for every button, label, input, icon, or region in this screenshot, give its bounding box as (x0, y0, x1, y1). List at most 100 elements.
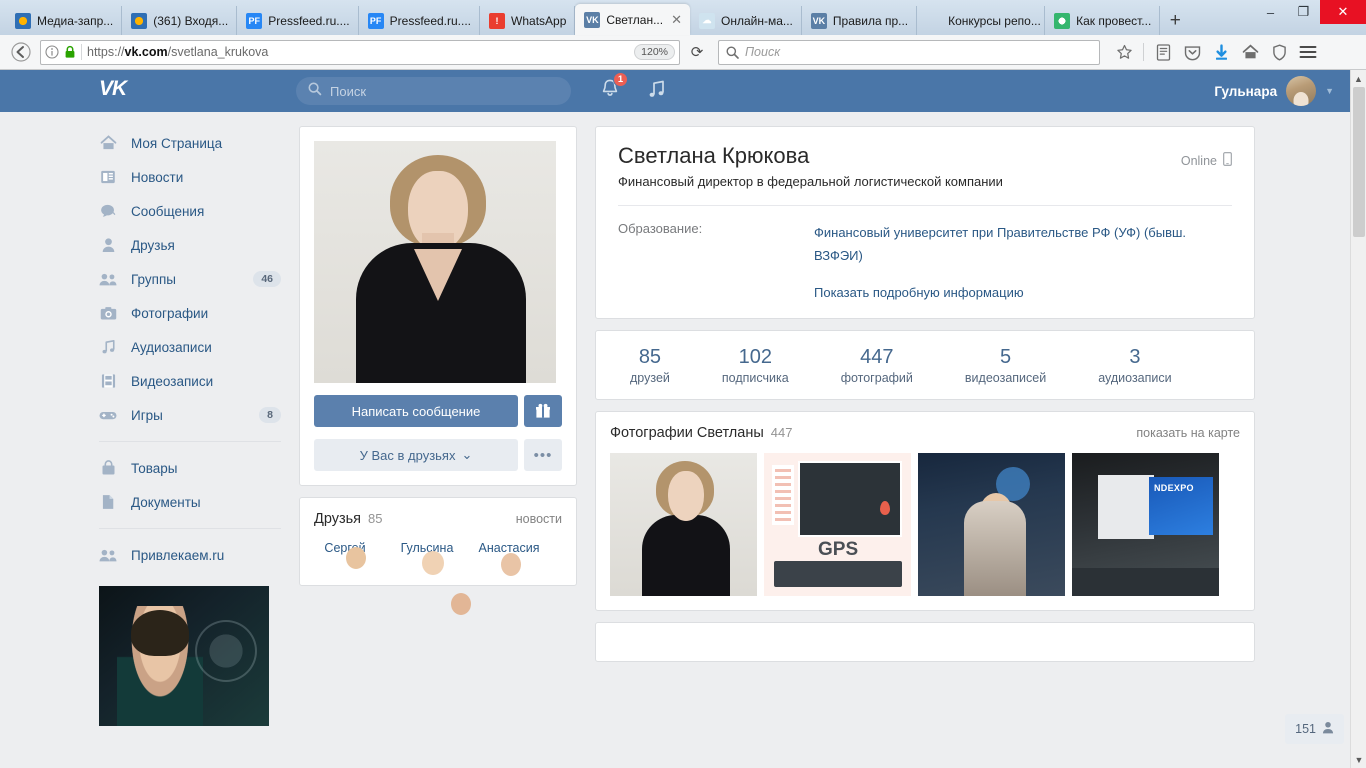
home-icon[interactable] (1240, 42, 1260, 62)
send-gift-button[interactable] (524, 395, 562, 427)
counter-value: 85 (630, 346, 670, 369)
reload-button[interactable]: ⟳ (686, 43, 708, 61)
sidebar-item-label: Группы (131, 272, 176, 287)
blank-icon (926, 13, 942, 29)
back-button[interactable] (8, 39, 34, 65)
browser-tab[interactable]: ! WhatsApp (480, 6, 575, 35)
zoom-level-badge[interactable]: 120% (634, 44, 675, 60)
counter-friends[interactable]: 85 друзей (604, 346, 696, 385)
browser-tab[interactable]: VK Правила пр... (802, 6, 917, 35)
education-value[interactable]: Финансовый университет при Правительстве… (814, 221, 1232, 267)
restore-button[interactable]: ❐ (1287, 0, 1320, 24)
address-bar[interactable]: https://vk.com/svetlana_krukova 120% (40, 40, 680, 65)
vk-logo-icon[interactable]: VK (99, 77, 137, 105)
sidebar-item-groups[interactable]: Группы 46 (99, 262, 281, 296)
close-window-button[interactable]: ✕ (1320, 0, 1366, 24)
online-members-counter[interactable]: 151 (1285, 714, 1344, 744)
friend-item[interactable]: Анастасия (478, 539, 540, 557)
search-icon (308, 82, 322, 101)
show-detailed-info-link[interactable]: Показать подробную информацию (618, 267, 1232, 318)
sidebar-item-privlekaem[interactable]: Привлекаем.ru (99, 538, 281, 572)
profile-avatar-photo[interactable] (314, 141, 556, 383)
gift-icon (535, 403, 551, 419)
vk-search-input[interactable]: Поиск (296, 77, 571, 105)
counter-value: 447 (841, 346, 913, 369)
sidebar-item-video[interactable]: Видеозаписи (99, 364, 281, 398)
counter-followers[interactable]: 102 подписчика (696, 346, 815, 385)
music-note-icon[interactable] (648, 79, 666, 104)
send-message-button[interactable]: Написать сообщение (314, 395, 518, 427)
map-pin-icon (880, 501, 890, 515)
friend-item[interactable]: Сергей (314, 539, 376, 557)
counter-value: 5 (965, 346, 1046, 369)
map-shape (798, 461, 902, 537)
browser-tab[interactable]: ☁ Онлайн-ма... (690, 6, 802, 35)
sidebar-divider (99, 441, 281, 442)
friend-status-button[interactable]: У Вас в друзьях ⌄ (314, 439, 518, 471)
pocket-icon[interactable] (1182, 42, 1202, 62)
sidebar-item-label: Игры (131, 408, 163, 423)
vk-user-menu[interactable]: Гульнара ▼ (1214, 76, 1334, 106)
browser-tab[interactable]: PF Pressfeed.ru.... (237, 6, 358, 35)
sidebar-item-messages[interactable]: Сообщения (99, 194, 281, 228)
sidebar-item-games[interactable]: Игры 8 (99, 398, 281, 432)
news-icon (99, 169, 117, 185)
search-icon (726, 46, 739, 59)
sidebar-item-goods[interactable]: Товары (99, 451, 281, 485)
ad-crest-ornament (195, 620, 257, 682)
mobile-icon (1223, 152, 1232, 169)
photo-thumbnail[interactable] (918, 453, 1065, 596)
hamburger-menu-icon[interactable] (1298, 42, 1318, 62)
minimize-button[interactable]: – (1254, 0, 1287, 24)
browser-search-bar[interactable]: Поиск (718, 40, 1100, 65)
counter-value: 3 (1098, 346, 1171, 369)
more-actions-button[interactable]: ••• (524, 439, 562, 471)
counter-photos[interactable]: 447 фотографий (815, 346, 939, 385)
sidebar-advertisement[interactable] (99, 586, 269, 726)
downloads-icon[interactable] (1211, 42, 1231, 62)
page-scrollbar[interactable]: ▲ ▼ (1350, 70, 1366, 768)
close-icon: ✕ (1338, 4, 1349, 20)
photo-thumbnail[interactable] (610, 453, 757, 596)
new-tab-button[interactable]: + (1160, 6, 1190, 35)
restore-icon: ❐ (1298, 4, 1310, 20)
library-icon[interactable] (1153, 42, 1173, 62)
photo-thumbnail[interactable]: NDEXPO (1072, 453, 1219, 596)
chevron-down-icon[interactable]: ▼ (1325, 86, 1334, 96)
notifications-bell-icon[interactable]: 1 (600, 78, 620, 104)
browser-tab-active[interactable]: VK Светлан... ✕ (575, 4, 690, 35)
green-icon (1054, 13, 1070, 29)
counter-videos[interactable]: 5 видеозаписей (939, 346, 1072, 385)
browser-tab[interactable]: Медиа-запр... (6, 6, 122, 35)
bag-icon (99, 460, 117, 476)
bookmark-star-icon[interactable] (1114, 42, 1134, 62)
browser-tab[interactable]: PF Pressfeed.ru.... (359, 6, 480, 35)
browser-tab[interactable]: (361) Входя... (122, 6, 237, 35)
expo-wall-shape (1098, 475, 1154, 539)
photos-title[interactable]: Фотографии Светланы (610, 425, 764, 441)
sidebar-item-audio[interactable]: Аудиозаписи (99, 330, 281, 364)
scroll-down-button[interactable]: ▼ (1351, 751, 1366, 768)
friends-news-link[interactable]: новости (516, 512, 562, 526)
sidebar-item-friends[interactable]: Друзья (99, 228, 281, 262)
page-title: Светлана Крюкова (618, 143, 809, 169)
counter-audios[interactable]: 3 аудиозаписи (1072, 346, 1197, 385)
sidebar-item-news[interactable]: Новости (99, 160, 281, 194)
scrollbar-thumb[interactable] (1353, 87, 1365, 237)
show-on-map-link[interactable]: показать на карте (1136, 426, 1240, 440)
sidebar-item-my-page[interactable]: Моя Страница (99, 126, 281, 160)
search-placeholder: Поиск (745, 45, 780, 59)
friends-title[interactable]: Друзья (314, 511, 361, 527)
info-icon[interactable] (45, 45, 59, 59)
close-icon[interactable]: ✕ (671, 12, 682, 28)
mail-icon (131, 13, 147, 29)
friend-item[interactable]: Гульсина (396, 539, 458, 557)
shield-icon[interactable] (1269, 42, 1289, 62)
photo-thumbnail[interactable]: GPS (764, 453, 911, 596)
photo-person-shape (964, 501, 1026, 596)
sidebar-item-documents[interactable]: Документы (99, 485, 281, 519)
browser-tab[interactable]: Конкурсы репо... (917, 6, 1045, 35)
sidebar-item-photos[interactable]: Фотографии (99, 296, 281, 330)
browser-tab[interactable]: Как провест... (1045, 6, 1160, 35)
scroll-up-button[interactable]: ▲ (1351, 70, 1366, 87)
